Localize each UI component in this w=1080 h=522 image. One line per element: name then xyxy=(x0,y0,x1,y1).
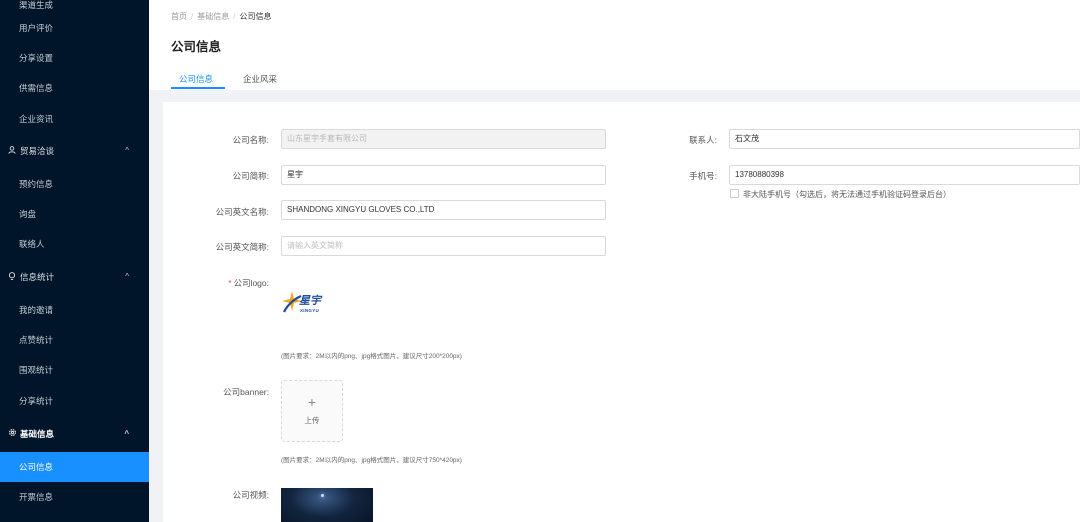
breadcrumb: 首页 / 基础信息 / 公司信息 xyxy=(171,11,271,22)
company-video-thumbnail[interactable] xyxy=(281,488,373,522)
tab-active-indicator xyxy=(171,87,225,89)
english-short-field[interactable]: 请输入英文简称 xyxy=(281,236,606,256)
sidebar-group-basic-info[interactable]: 基础信息 ^ xyxy=(0,419,149,449)
sidebar-item-invoice-info[interactable]: 开票信息 xyxy=(0,482,149,512)
banner-label: 公司banner: xyxy=(223,387,269,397)
breadcrumb-home[interactable]: 首页 xyxy=(171,12,187,21)
breadcrumb-basic-info[interactable]: 基础信息 xyxy=(197,12,229,21)
plus-icon: + xyxy=(307,394,317,410)
short-name-label: 公司简称: xyxy=(232,171,269,181)
breadcrumb-separator: / xyxy=(233,12,236,21)
bulb-icon xyxy=(8,263,18,293)
sidebar: 渠道生成 用户评价 分享设置 供需信息 企业资讯 贸易洽谈 ^ 预约信息 询盘 … xyxy=(0,0,149,522)
tab-company-info[interactable]: 公司信息 xyxy=(179,73,213,85)
contact-label: 联系人: xyxy=(689,135,717,145)
phone-label: 手机号: xyxy=(689,171,717,181)
person-icon xyxy=(8,137,18,167)
video-label: 公司视频: xyxy=(232,490,269,500)
breadcrumb-separator: / xyxy=(191,12,194,21)
page-header: 首页 / 基础信息 / 公司信息 公司信息 公司信息 企业风采 xyxy=(149,0,1080,90)
company-logo[interactable]: 星宇 XINGYU xyxy=(281,288,345,328)
gear-icon xyxy=(8,420,18,450)
banner-upload-button[interactable]: + 上传 xyxy=(281,380,343,442)
english-name-field[interactable]: SHANDONG XINGYU GLOVES CO.,LTD xyxy=(281,200,606,220)
sidebar-group-label: 基础信息 xyxy=(20,429,55,439)
form-panel: 公司名称: 山东星宇手套有限公司 公司简称: 星宇 公司英文名称: SHANDO… xyxy=(163,102,1080,522)
sidebar-group-trade[interactable]: 贸易洽谈 ^ xyxy=(0,136,149,166)
logo-label: * 公司logo: xyxy=(163,277,269,289)
page-title: 公司信息 xyxy=(171,40,222,54)
sidebar-item-my-invites[interactable]: 我的邀请 xyxy=(0,295,149,325)
logo-label-text: 公司logo: xyxy=(233,278,269,288)
breadcrumb-current: 公司信息 xyxy=(239,12,272,21)
sidebar-item-contacts[interactable]: 联络人 xyxy=(0,229,149,259)
logo-hint: (图片要求：2M以内的png、jpg格式图片，建议尺寸200*200px) xyxy=(281,353,462,360)
non-mainland-checkbox[interactable] xyxy=(730,189,739,198)
upload-label: 上传 xyxy=(304,416,320,425)
company-name-label: 公司名称: xyxy=(232,135,269,145)
sidebar-item-supply-demand[interactable]: 供需信息 xyxy=(0,73,149,103)
sidebar-group-label: 贸易洽谈 xyxy=(20,146,55,156)
video-light-icon xyxy=(321,494,324,497)
sidebar-item-user-reviews[interactable]: 用户评价 xyxy=(0,13,149,43)
required-mark: * xyxy=(228,278,232,288)
main-content: 首页 / 基础信息 / 公司信息 公司信息 公司信息 企业风采 公司名称: 山东星宇手套… xyxy=(149,0,1080,522)
banner-hint: (图片要求：2M以内的png、jpg格式图片，建议尺寸750*420px) xyxy=(281,457,462,464)
phone-field[interactable]: 13780880398 xyxy=(729,165,1080,185)
sidebar-item-company-news[interactable]: 企业资讯 xyxy=(0,104,149,134)
company-name-field: 山东星宇手套有限公司 xyxy=(281,129,606,149)
sidebar-item-like-stats[interactable]: 点赞统计 xyxy=(0,325,149,355)
non-mainland-label: 非大陆手机号（勾选后，将无法通过手机验证码登录后台） xyxy=(743,190,951,199)
sidebar-item-share-settings[interactable]: 分享设置 xyxy=(0,43,149,73)
sidebar-group-label: 信息统计 xyxy=(20,272,55,282)
contact-field[interactable]: 石文茂 xyxy=(729,129,1080,149)
logo-brand-en: XINGYU xyxy=(300,308,320,313)
english-name-label: 公司英文名称: xyxy=(215,207,269,217)
short-name-field[interactable]: 星宇 xyxy=(281,165,606,185)
sidebar-group-stats[interactable]: 信息统计 ^ xyxy=(0,262,149,292)
tab-company-style[interactable]: 企业风采 xyxy=(243,73,277,85)
non-mainland-phone-option[interactable]: 非大陆手机号（勾选后，将无法通过手机验证码登录后台） xyxy=(730,189,951,200)
english-short-label: 公司英文简称: xyxy=(215,242,269,252)
sidebar-item-appointments[interactable]: 预约信息 xyxy=(0,169,149,199)
chevron-up-icon: ^ xyxy=(124,429,129,438)
sidebar-item-view-stats[interactable]: 围观统计 xyxy=(0,355,149,385)
sidebar-item-company-info[interactable]: 公司信息 xyxy=(0,452,149,482)
sidebar-item-inquiries[interactable]: 询盘 xyxy=(0,199,149,229)
chevron-up-icon: ^ xyxy=(125,272,129,281)
chevron-up-icon: ^ xyxy=(125,146,129,155)
sidebar-item-share-stats[interactable]: 分享统计 xyxy=(0,386,149,416)
logo-brand-text: 星宇 xyxy=(299,295,321,307)
